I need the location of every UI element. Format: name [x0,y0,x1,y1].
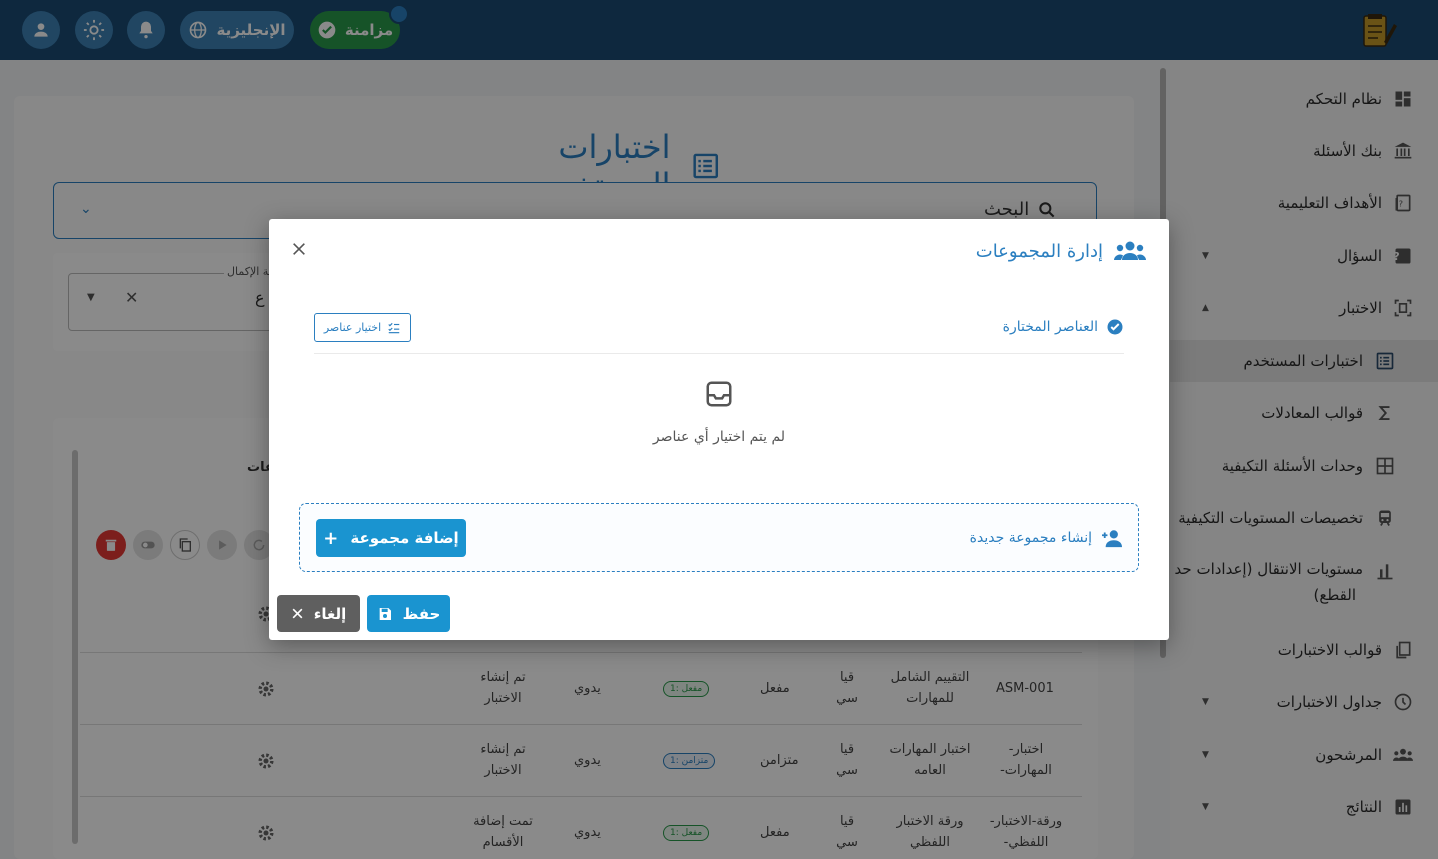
check-circle-icon [1107,319,1123,335]
selected-items-label: العناصر المختارة [1002,319,1098,335]
create-group-label: إنشاء مجموعة جديدة [969,530,1092,546]
select-items-label: اختيار عناصر [323,321,382,334]
close-icon [292,608,303,619]
close-icon [293,243,305,255]
dialog-title-text: إدارة المجموعات [975,240,1103,262]
add-group-label: إضافة مجموعة [350,529,459,547]
empty-state: لم يتم اختيار أي عناصر [569,379,869,445]
save-label: حفظ [402,604,441,623]
save-icon [379,607,391,620]
cancel-label: إلغاء [313,604,347,623]
group-icon [1114,241,1146,260]
selected-items-title: العناصر المختارة [1003,318,1124,336]
manage-groups-dialog: إدارة المجموعات العناصر المختارة اختيار … [269,219,1169,640]
cancel-button[interactable]: إلغاء [277,595,360,632]
empty-message: لم يتم اختيار أي عناصر [652,429,786,445]
save-button[interactable]: حفظ [367,595,450,632]
add-group-button[interactable]: إضافة مجموعة + [316,519,466,557]
create-group-section: إنشاء مجموعة جديدة إضافة مجموعة + [299,503,1139,572]
selected-items-header: العناصر المختارة اختيار عناصر [314,312,1124,354]
add-user-icon [1102,530,1122,548]
plus-icon: + [323,527,339,549]
dialog-title: إدارة المجموعات [976,239,1147,263]
select-items-button[interactable]: اختيار عناصر [314,313,411,342]
inbox-icon [706,381,732,407]
create-group-title: إنشاء مجموعة جديدة [970,528,1124,548]
close-button[interactable] [287,237,311,261]
checklist-icon [388,322,400,333]
